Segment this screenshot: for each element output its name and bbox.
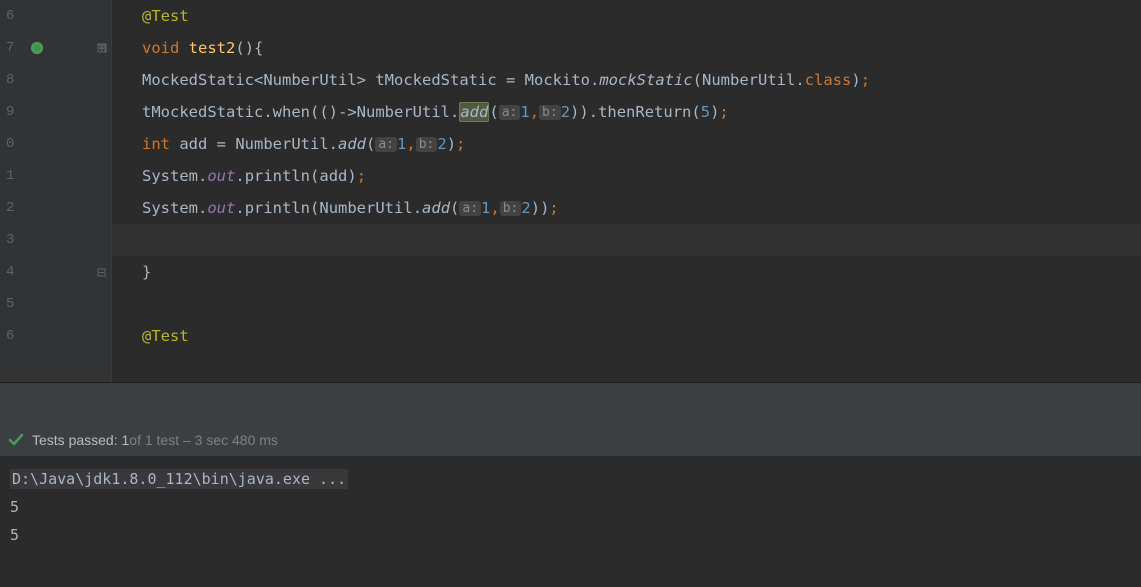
code-line[interactable]	[112, 288, 1141, 320]
gutter-line[interactable]: 7	[0, 32, 111, 64]
class-ref: System	[142, 199, 198, 217]
line-number: 6	[0, 8, 89, 24]
editor-wrapper: 6 7 8 9 0 1 2 3 4 5 6 @Test void t	[0, 0, 1141, 382]
gutter-line[interactable]: 6	[0, 320, 111, 352]
gutter-line[interactable]: 9	[0, 96, 111, 128]
line-number: 6	[0, 328, 89, 344]
console-line: 5	[10, 521, 1131, 549]
static-field: out	[207, 167, 235, 185]
gutter-line[interactable]: 1	[0, 160, 111, 192]
number-literal: 1	[481, 199, 490, 217]
code-area[interactable]: @Test void test2(){ MockedStatic<NumberU…	[112, 0, 1141, 382]
annotation: @Test	[142, 7, 189, 25]
code-line[interactable]: int add = NumberUtil.add( a: 1, b: 2);	[112, 128, 1141, 160]
method-call: add	[338, 135, 366, 153]
fold-close-icon[interactable]	[96, 267, 107, 278]
number-literal: 2	[561, 103, 570, 121]
console-line: 5	[10, 493, 1131, 521]
tests-passed-count: 1	[122, 432, 130, 448]
class-ref: NumberUtil	[235, 135, 328, 153]
class-ref: System	[142, 167, 198, 185]
variable: tMockedStatic	[142, 103, 263, 121]
param-hint: a:	[459, 201, 481, 216]
variable: add	[179, 135, 207, 153]
run-test-icon[interactable]	[30, 41, 44, 55]
console-toolbar-gap	[0, 383, 1141, 423]
code-line[interactable]: System.out.println(add);	[112, 160, 1141, 192]
annotation: @Test	[142, 327, 189, 345]
gutter-line[interactable]: 0	[0, 128, 111, 160]
number-literal: 2	[521, 199, 530, 217]
gutter-line[interactable]: 2	[0, 192, 111, 224]
method-call-highlighted: add	[459, 102, 489, 122]
param-hint: b:	[539, 105, 561, 120]
number-literal: 2	[437, 135, 446, 153]
number-literal: 1	[520, 103, 529, 121]
static-field: out	[207, 199, 235, 217]
param-hint: b:	[416, 137, 438, 152]
number-literal: 1	[397, 135, 406, 153]
line-number: 2	[0, 200, 89, 216]
code-line[interactable]: MockedStatic<NumberUtil> tMockedStatic =…	[112, 64, 1141, 96]
gutter-line[interactable]: 6	[0, 0, 111, 32]
method-call: thenReturn	[598, 103, 691, 121]
line-number: 8	[0, 72, 89, 88]
method-call: mockStatic	[599, 71, 692, 89]
line-number: 4	[0, 264, 89, 280]
keyword-int: int	[142, 135, 170, 153]
line-number: 7	[0, 40, 89, 56]
class-ref: NumberUtil	[319, 199, 412, 217]
variable: add	[319, 167, 347, 185]
param-hint: b:	[500, 201, 522, 216]
tests-total-text: of 1 test – 3 sec 480 ms	[129, 432, 278, 448]
code-line[interactable]: System.out.println(NumberUtil.add( a: 1,…	[112, 192, 1141, 224]
method-name: test2	[189, 39, 236, 57]
code-line[interactable]: tMockedStatic.when(()->NumberUtil.add( a…	[112, 96, 1141, 128]
line-number: 3	[0, 232, 89, 248]
console-output[interactable]: D:\Java\jdk1.8.0_112\bin\java.exe ... 5 …	[0, 457, 1141, 587]
test-status-bar: Tests passed: 1 of 1 test – 3 sec 480 ms	[0, 423, 1141, 457]
class-ref: Mockito	[525, 71, 590, 89]
class-ref: NumberUtil	[702, 71, 795, 89]
code-line[interactable]: @Test	[112, 0, 1141, 32]
number-literal: 5	[701, 103, 710, 121]
method-call: println	[245, 199, 310, 217]
class-ref: NumberUtil	[263, 71, 356, 89]
code-line-caret[interactable]	[112, 224, 1141, 256]
method-call: add	[422, 199, 450, 217]
keyword-void: void	[142, 39, 179, 57]
code-line[interactable]: @Test	[112, 320, 1141, 352]
gutter: 6 7 8 9 0 1 2 3 4 5 6	[0, 0, 112, 382]
line-number: 0	[0, 136, 89, 152]
class-ref: NumberUtil	[357, 103, 450, 121]
line-number: 9	[0, 104, 89, 120]
code-line[interactable]: void test2(){	[112, 32, 1141, 64]
gutter-line[interactable]: 3	[0, 224, 111, 256]
param-hint: a:	[375, 137, 397, 152]
variable: tMockedStatic	[375, 71, 496, 89]
line-number: 5	[0, 296, 89, 312]
tests-passed-label: Tests passed:	[32, 432, 118, 448]
method-call: when	[273, 103, 310, 121]
param-hint: a:	[499, 105, 521, 120]
fold-open-icon[interactable]	[96, 43, 107, 54]
console-command: D:\Java\jdk1.8.0_112\bin\java.exe ...	[10, 469, 348, 489]
check-icon	[8, 432, 24, 448]
gutter-line[interactable]: 4	[0, 256, 111, 288]
code-line[interactable]: }	[112, 256, 1141, 288]
console-panel: Tests passed: 1 of 1 test – 3 sec 480 ms…	[0, 382, 1141, 587]
method-call: println	[245, 167, 310, 185]
class-ref: MockedStatic	[142, 71, 254, 89]
line-number: 1	[0, 168, 89, 184]
keyword-class: class	[805, 71, 852, 89]
gutter-line[interactable]: 8	[0, 64, 111, 96]
gutter-line[interactable]: 5	[0, 288, 111, 320]
